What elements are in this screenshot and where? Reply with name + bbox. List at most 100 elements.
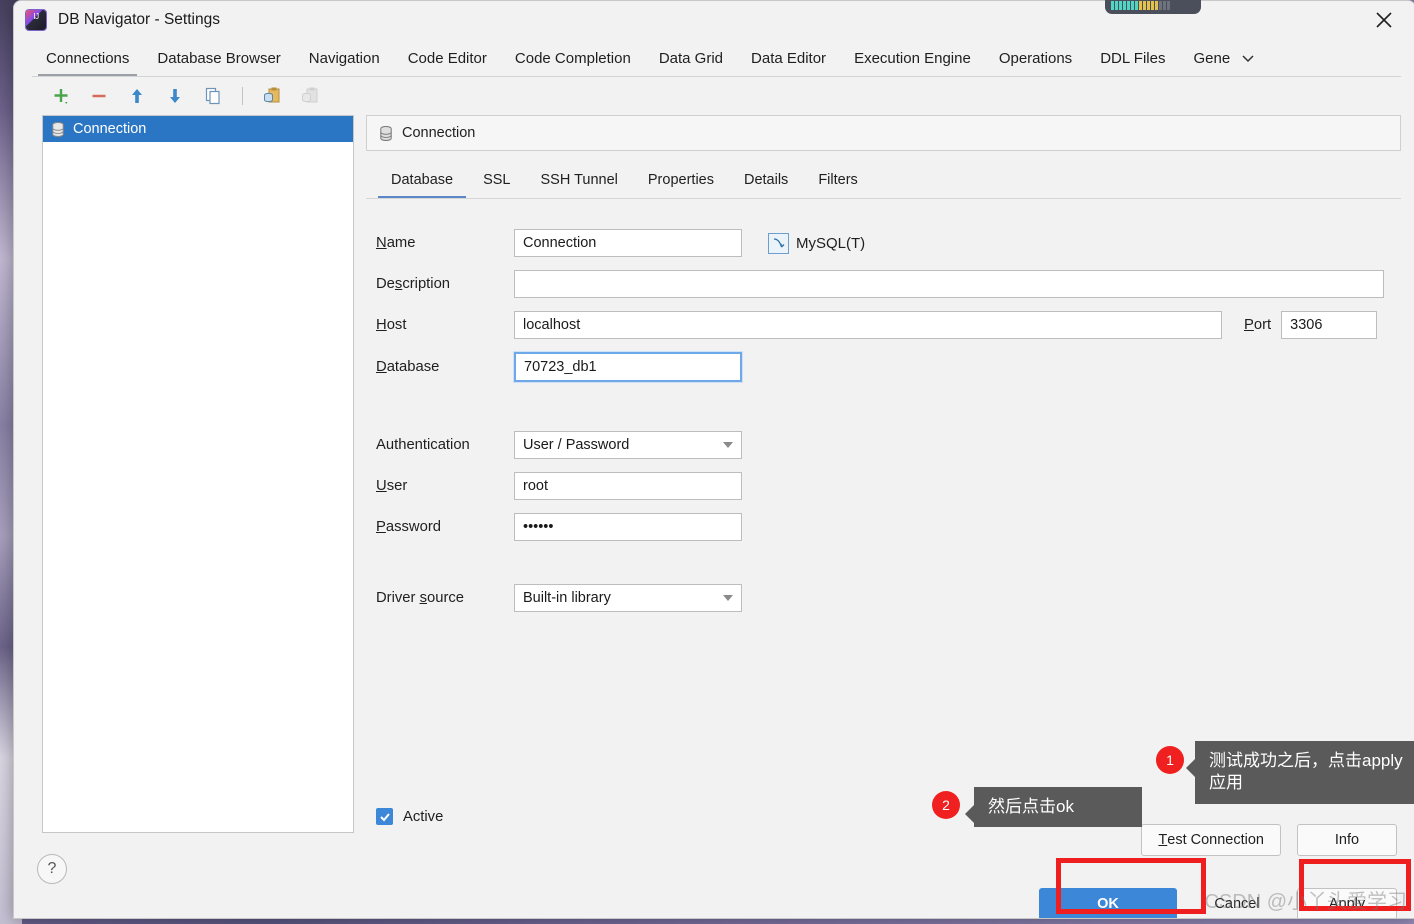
info-label: Info (1334, 832, 1360, 848)
sidebar-item-label: Connection (73, 121, 147, 137)
name-label-text: ame (386, 235, 416, 251)
subtab-properties[interactable]: Properties (633, 161, 729, 199)
callout-2-number: 2 (942, 797, 950, 813)
dialog-titlebar: DB Navigator - Settings (14, 1, 1414, 39)
driver-source-select[interactable]: Built-in library (514, 584, 742, 612)
description-label: Description (376, 276, 514, 292)
tab-code-completion[interactable]: Code Completion (501, 39, 645, 77)
tab-label: Gene (1193, 49, 1231, 67)
pane-header: Connection (366, 115, 1401, 151)
subtab-details[interactable]: Details (729, 161, 803, 199)
host-input[interactable]: localhost (514, 311, 1222, 339)
database-input[interactable]: 70723_db1 (514, 352, 742, 382)
tab-data-editor[interactable]: Data Editor (737, 39, 840, 77)
subtab-ssh-tunnel[interactable]: SSH Tunnel (526, 161, 633, 199)
primary-actions: OK Cancel Apply (1039, 888, 1397, 918)
database-label-mnemonic: D (376, 359, 387, 375)
form-row-user: User root (376, 472, 1401, 500)
name-input-value: Connection (523, 235, 597, 251)
subtab-label: SSH Tunnel (540, 172, 618, 188)
tab-operations[interactable]: Operations (985, 39, 1086, 77)
tab-label: Code Editor (407, 49, 487, 67)
form-row-authentication: Authentication User / Password (376, 431, 1401, 459)
subtab-ssl[interactable]: SSL (468, 161, 525, 199)
active-checkbox[interactable] (376, 808, 393, 825)
callout-1: 测试成功之后，点击apply应用 (1186, 741, 1414, 804)
callout-2-badge: 2 (932, 791, 960, 819)
name-label: Name (376, 235, 514, 251)
tab-label: Execution Engine (854, 49, 971, 67)
password-label-mnemonic: P (376, 519, 386, 535)
tab-label: DDL Files (1100, 49, 1166, 67)
sidebar-item-connection[interactable]: Connection (43, 116, 353, 142)
active-checkbox-row: Active (376, 808, 443, 825)
plus-icon[interactable] (50, 85, 72, 107)
mysql-dolphin-icon (768, 232, 789, 254)
copy-icon[interactable] (202, 85, 224, 107)
clipboard-database-copy-icon[interactable] (261, 85, 283, 107)
password-label: Password (376, 519, 514, 535)
tab-database-browser[interactable]: Database Browser (143, 39, 294, 77)
driver-source-label-text: ource (426, 590, 464, 606)
callout-1-badge: 1 (1156, 746, 1184, 774)
port-input-value: 3306 (1290, 317, 1323, 333)
pane-header-title: Connection (402, 125, 476, 141)
authentication-select[interactable]: User / Password (514, 431, 742, 459)
description-input[interactable] (514, 270, 1384, 298)
tab-ddl-files[interactable]: DDL Files (1086, 39, 1179, 77)
test-connection-label: est Connection (1167, 832, 1264, 848)
user-input[interactable]: root (514, 472, 742, 500)
password-label-text: assword (385, 519, 441, 535)
ok-label: OK (1097, 896, 1119, 912)
apply-button[interactable]: Apply (1297, 888, 1397, 918)
port-label: Port (1244, 317, 1271, 333)
database-label: Database (376, 359, 514, 375)
arrow-down-icon[interactable] (164, 85, 186, 107)
subtab-database[interactable]: Database (376, 161, 468, 199)
chevron-down-icon[interactable] (1232, 39, 1264, 77)
subtab-label: Database (391, 172, 454, 188)
dialog-footer: ? Test Connection Info OK Cancel Apply (14, 824, 1414, 918)
tab-code-editor[interactable]: Code Editor (394, 39, 501, 77)
host-input-value: localhost (523, 317, 581, 333)
driver-type-tag: MySQL(T) (768, 232, 865, 254)
connection-form: Name Connection MySQL(T) Description Hos… (366, 199, 1401, 835)
user-label: User (376, 478, 514, 494)
port-input[interactable]: 3306 (1281, 311, 1378, 339)
subtab-label: Filters (818, 172, 858, 188)
chevron-down-icon (723, 595, 733, 601)
form-row-name: Name Connection MySQL(T) (376, 229, 1401, 257)
tab-data-grid[interactable]: Data Grid (645, 39, 737, 77)
name-input[interactable]: Connection (514, 229, 742, 257)
tab-connections[interactable]: Connections (32, 39, 143, 77)
description-label-text: cription (402, 276, 451, 292)
test-connection-mnemonic: T (1158, 832, 1168, 848)
subtab-label: SSL (483, 172, 511, 188)
ok-button[interactable]: OK (1039, 888, 1177, 918)
tab-general[interactable]: Gene (1179, 39, 1232, 77)
driver-source-label-pre: Driver (376, 590, 420, 606)
tab-label: Data Editor (751, 49, 827, 67)
tab-navigation[interactable]: Navigation (295, 39, 394, 77)
tab-execution-engine[interactable]: Execution Engine (840, 39, 985, 77)
arrow-up-icon[interactable] (126, 85, 148, 107)
subtab-filters[interactable]: Filters (803, 161, 872, 199)
test-connection-button[interactable]: Test Connection (1141, 824, 1281, 856)
cancel-button[interactable]: Cancel (1187, 888, 1287, 918)
host-label-text: ost (386, 317, 407, 333)
password-input[interactable]: •••••• (514, 513, 742, 541)
driver-source-label: Driver source (376, 590, 514, 606)
help-button[interactable]: ? (37, 854, 67, 884)
form-row-password: Password •••••• (376, 513, 1401, 541)
status-meter-widget (1105, 0, 1201, 14)
user-label-text: ser (386, 478, 408, 494)
form-row-description: Description (376, 270, 1401, 298)
clipboard-database-paste-icon (299, 85, 321, 107)
close-icon[interactable] (1361, 1, 1407, 39)
minus-icon[interactable] (88, 85, 110, 107)
port-label-mnemonic: P (1244, 317, 1254, 333)
info-button[interactable]: Info (1297, 824, 1397, 856)
check-icon (379, 812, 390, 821)
apply-label: Apply (1328, 896, 1366, 912)
settings-tab-bar: Connections Database Browser Navigation … (14, 39, 1414, 77)
